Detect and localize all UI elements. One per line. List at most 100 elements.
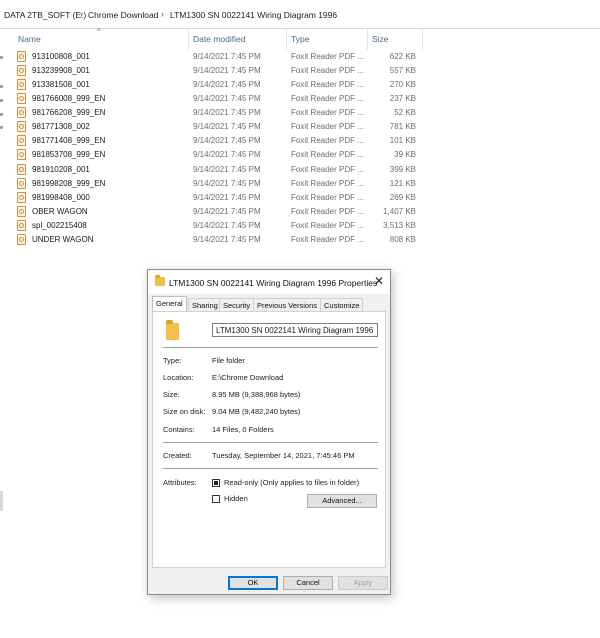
file-size: 399 KB (389, 165, 416, 174)
file-date: 9/14/2021 7:45 PM (193, 52, 261, 61)
divider (163, 347, 378, 348)
file-name: 913239908_001 (32, 66, 90, 75)
file-type: Foxit Reader PDF ... (291, 150, 364, 159)
created-label: Created: (163, 451, 192, 460)
file-type: Foxit Reader PDF ... (291, 235, 364, 244)
file-size: 269 KB (389, 193, 416, 202)
divider (163, 442, 378, 443)
file-size: 808 KB (389, 235, 416, 244)
file-name: 981998208_999_EN (32, 179, 106, 188)
file-type: Foxit Reader PDF ... (291, 108, 364, 117)
file-row[interactable]: 981766008_999_EN 9/14/2021 7:45 PM Foxit R… (14, 92, 422, 106)
file-row[interactable]: 913239908_001 9/14/2021 7:45 PM Foxit Read… (14, 64, 422, 78)
attributes-label: Attributes: (163, 478, 197, 487)
file-size: 270 KB (389, 80, 416, 89)
file-row[interactable]: OBER WAGON 9/14/2021 7:45 PM Foxit Reader … (14, 205, 422, 219)
file-row[interactable]: 981771408_999_EN 9/14/2021 7:45 PM Foxit R… (14, 134, 422, 148)
size-on-disk-label: Size on disk: (163, 407, 206, 416)
file-row[interactable]: 981771308_002 9/14/2021 7:45 PM Foxit Read… (14, 120, 422, 134)
file-name: UNDER WAGON (32, 235, 94, 244)
file-row[interactable]: spl_002215408 9/14/2021 7:45 PM Foxit Read… (14, 219, 422, 233)
created-value: Tuesday, September 14, 2021, 7:45:46 PM (212, 451, 355, 460)
close-icon[interactable]: ✕ (374, 274, 384, 288)
location-value: E:\Chrome Download (212, 373, 284, 382)
file-size: 39 KB (394, 150, 416, 159)
read-only-label[interactable]: Read-only (Only applies to files in fold… (224, 478, 359, 487)
file-name: 981853708_999_EN (32, 150, 106, 159)
file-date: 9/14/2021 7:45 PM (193, 165, 261, 174)
type-value: File folder (212, 356, 245, 365)
file-date: 9/14/2021 7:45 PM (193, 66, 261, 75)
tab-customize[interactable]: Customize (320, 298, 364, 311)
breadcrumb: DATA 2TB_SOFT (E:) › Chrome Download › L… (0, 0, 600, 29)
file-name: 981766008_999_EN (32, 94, 106, 103)
navigation-pane-edge (0, 28, 4, 638)
tab-previous-versions[interactable]: Previous Versions (253, 298, 322, 311)
tab-sharing[interactable]: Sharing (188, 298, 222, 311)
breadcrumb-separator-icon[interactable]: › (80, 9, 83, 19)
file-type: Foxit Reader PDF ... (291, 207, 364, 216)
type-label: Type: (163, 356, 182, 365)
navigation-pane-scroll-mark (0, 491, 3, 511)
location-label: Location: (163, 373, 194, 382)
file-type: Foxit Reader PDF ... (291, 52, 364, 61)
file-row[interactable]: 913100808_001 9/14/2021 7:45 PM Foxit Read… (14, 50, 422, 64)
ok-button[interactable]: OK (228, 576, 278, 590)
column-header-size[interactable]: Size (372, 34, 389, 44)
file-size: 101 KB (389, 136, 416, 145)
cancel-button[interactable]: Cancel (283, 576, 333, 590)
file-row[interactable]: 981998408_000 9/14/2021 7:45 PM Foxit Read… (14, 191, 422, 205)
file-type: Foxit Reader PDF ... (291, 193, 364, 202)
file-row[interactable]: 981766208_999_EN 9/14/2021 7:45 PM Foxit R… (14, 106, 422, 120)
file-date: 9/14/2021 7:45 PM (193, 235, 261, 244)
contains-value: 14 Files, 0 Folders (212, 425, 274, 434)
dialog-titlebar[interactable]: LTM1300 SN 0022141 Wiring Diagram 1996 P… (148, 270, 390, 294)
size-label: Size: (163, 390, 180, 399)
pdf-file-icon (17, 164, 26, 175)
file-date: 9/14/2021 7:45 PM (193, 150, 261, 159)
file-row[interactable]: 981998208_999_EN 9/14/2021 7:45 PM Foxit R… (14, 177, 422, 191)
file-name: 981771308_002 (32, 122, 90, 131)
tab-security[interactable]: Security (219, 298, 255, 311)
advanced-button[interactable]: Advanced... (307, 494, 377, 508)
pdf-file-icon (17, 121, 26, 132)
column-header-name[interactable]: Name (18, 34, 41, 44)
file-name: spl_002215408 (32, 221, 87, 230)
pdf-file-icon (17, 93, 26, 104)
file-row[interactable]: 981853708_999_EN 9/14/2021 7:45 PM Foxit R… (14, 148, 422, 162)
file-size: 557 KB (389, 66, 416, 75)
apply-button[interactable]: Apply (338, 576, 388, 590)
file-size: 622 KB (389, 52, 416, 61)
dialog-title: LTM1300 SN 0022141 Wiring Diagram 1996 P… (169, 278, 378, 288)
folder-name-input[interactable]: LTM1300 SN 0022141 Wiring Diagram 1996 (212, 323, 378, 337)
pdf-file-icon (17, 220, 26, 231)
pdf-file-icon (17, 178, 26, 189)
size-value: 8.95 MB (9,388,968 bytes) (212, 390, 301, 399)
breadcrumb-item-chrome-download[interactable]: Chrome Download (88, 10, 158, 20)
pdf-file-icon (17, 149, 26, 160)
breadcrumb-item-drive[interactable]: DATA 2TB_SOFT (E:) (4, 10, 86, 20)
file-type: Foxit Reader PDF ... (291, 221, 364, 230)
file-row[interactable]: 913381508_001 9/14/2021 7:45 PM Foxit Read… (14, 78, 422, 92)
file-date: 9/14/2021 7:45 PM (193, 80, 261, 89)
file-name: 981910208_001 (32, 165, 90, 174)
breadcrumb-separator-icon[interactable]: › (161, 9, 164, 19)
pdf-file-icon (17, 51, 26, 62)
file-date: 9/14/2021 7:45 PM (193, 221, 261, 230)
pdf-file-icon (17, 206, 26, 217)
tab-general[interactable]: General (152, 296, 187, 312)
column-header-type[interactable]: Type (291, 34, 309, 44)
file-row[interactable]: UNDER WAGON 9/14/2021 7:45 PM Foxit Reader… (14, 233, 422, 247)
read-only-checkbox[interactable] (212, 479, 220, 487)
hidden-checkbox[interactable] (212, 495, 220, 503)
file-name: 913100808_001 (32, 52, 90, 61)
hidden-label[interactable]: Hidden (224, 494, 248, 503)
column-header-date[interactable]: Date modified (193, 34, 245, 44)
file-date: 9/14/2021 7:45 PM (193, 193, 261, 202)
pdf-file-icon (17, 234, 26, 245)
breadcrumb-item-current-folder[interactable]: LTM1300 SN 0022141 Wiring Diagram 1996 (170, 10, 337, 20)
properties-dialog: LTM1300 SN 0022141 Wiring Diagram 1996 P… (147, 269, 391, 595)
file-row[interactable]: 981910208_001 9/14/2021 7:45 PM Foxit Read… (14, 163, 422, 177)
pdf-file-icon (17, 107, 26, 118)
file-type: Foxit Reader PDF ... (291, 80, 364, 89)
